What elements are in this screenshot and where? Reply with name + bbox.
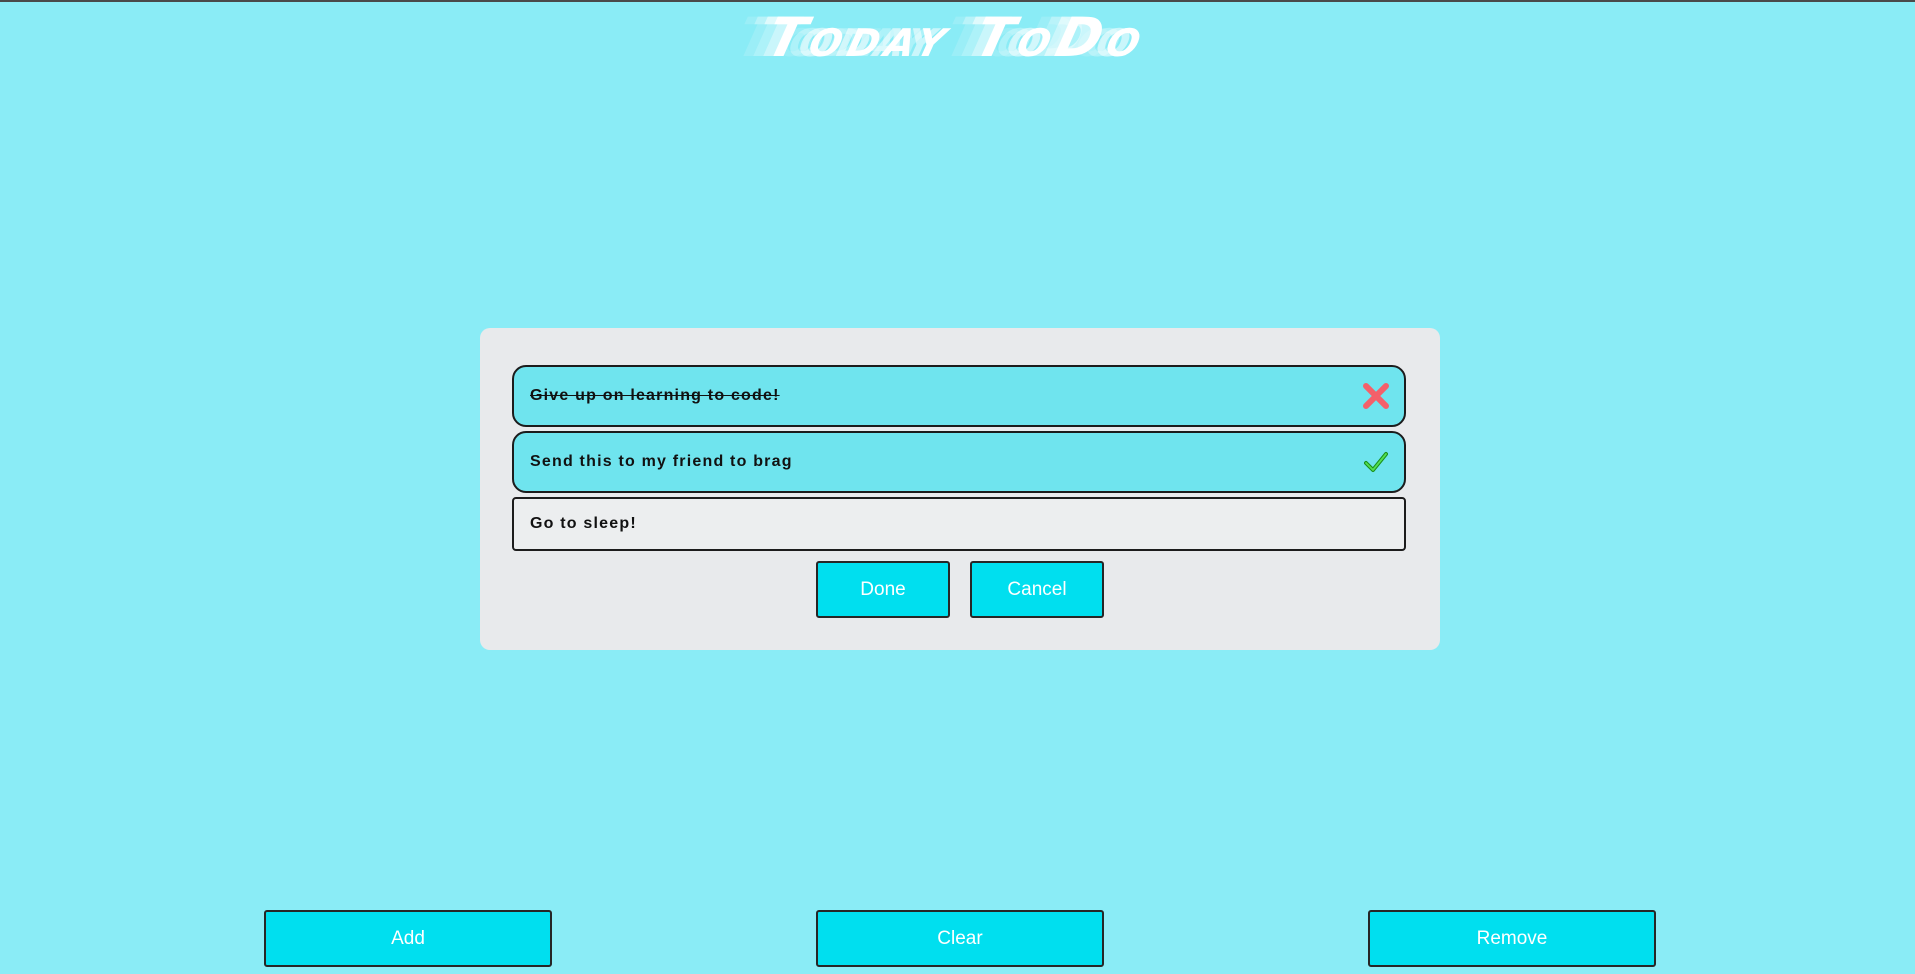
todo-item-text: Send this to my friend to brag (530, 453, 793, 470)
todo-item-checked[interactable]: Send this to my friend to brag (512, 431, 1406, 493)
close-x-icon[interactable] (1362, 382, 1390, 410)
cancel-button[interactable]: Cancel (970, 561, 1104, 618)
todo-item-editing[interactable]: Go to sleep! (512, 497, 1406, 551)
clear-button[interactable]: Clear (816, 910, 1104, 967)
add-button[interactable]: Add (264, 910, 552, 967)
todo-item-struck[interactable]: Give up on learning to code! (512, 365, 1406, 427)
done-button[interactable]: Done (816, 561, 950, 618)
todo-item-text: Give up on learning to code! (530, 387, 780, 404)
top-border (0, 0, 1915, 2)
app-title: Today ToDo (760, 6, 1155, 69)
todo-modal: Give up on learning to code! Send this t… (480, 328, 1440, 650)
todo-item-text: Go to sleep! (530, 515, 637, 532)
remove-button[interactable]: Remove (1368, 910, 1656, 967)
checkmark-icon[interactable] (1362, 448, 1390, 476)
